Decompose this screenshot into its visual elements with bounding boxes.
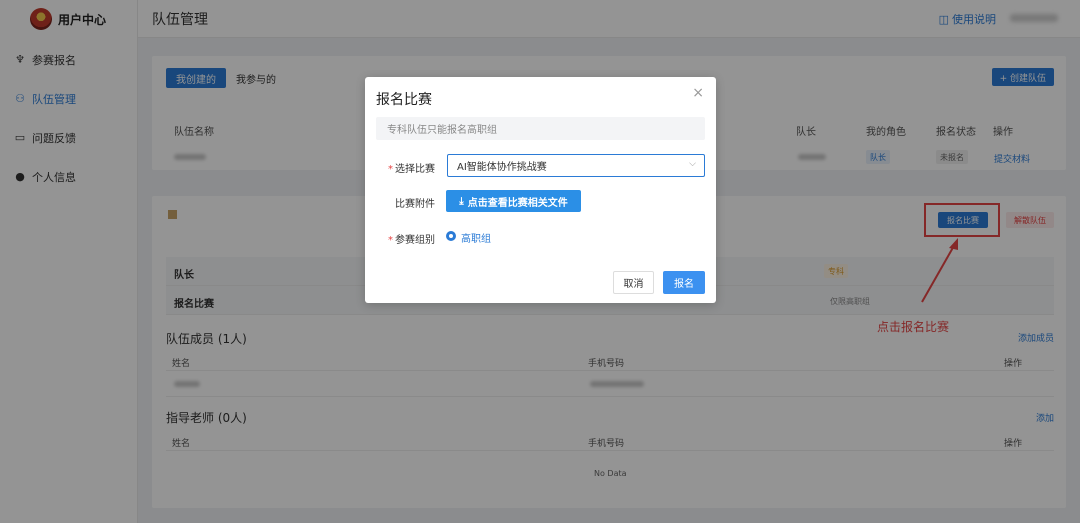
attach-label: 比赛附件 <box>395 199 435 210</box>
select-value: AI智能体协作挑战赛 <box>457 162 547 173</box>
modal-title: 报名比赛 <box>376 92 432 108</box>
view-files-label: 点击查看比赛相关文件 <box>467 197 568 209</box>
group-radio[interactable] <box>446 231 456 241</box>
competition-select[interactable]: AI智能体协作挑战赛 ⌵ <box>447 154 705 177</box>
select-label: * 选择比赛 <box>388 164 435 175</box>
group-label: * 参赛组别 <box>388 235 435 246</box>
view-files-button[interactable]: ⤓ 点击查看比赛相关文件 <box>446 190 581 212</box>
cancel-button[interactable]: 取消 <box>613 271 654 294</box>
signup-modal: 报名比赛 × 专科队伍只能报名高职组 * 选择比赛 AI智能体协作挑战赛 ⌵ 比赛… <box>365 77 716 303</box>
group-radio-label[interactable]: 高职组 <box>461 230 491 245</box>
download-icon: ⤓ <box>459 195 464 207</box>
submit-button[interactable]: 报名 <box>663 271 705 294</box>
chevron-down-icon: ⌵ <box>689 159 696 169</box>
modal-notice: 专科队伍只能报名高职组 <box>376 117 705 140</box>
close-icon[interactable]: × <box>692 85 704 101</box>
